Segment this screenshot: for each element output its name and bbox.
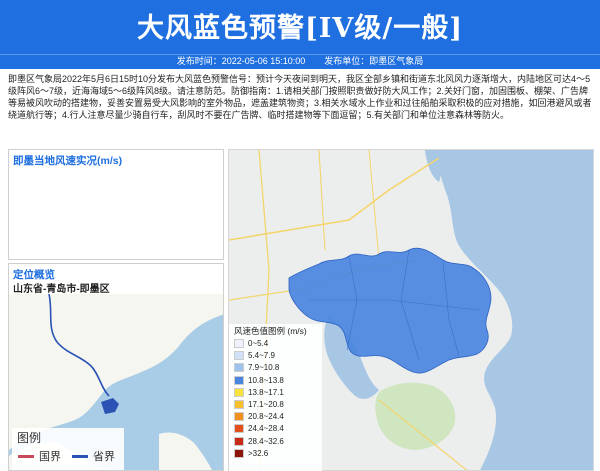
- wind-legend-label: 20.8~24.4: [248, 412, 284, 422]
- wind-legend-swatch: [234, 448, 244, 458]
- wind-speed-panel-title: 即墨当地风速实况(m/s): [13, 155, 123, 167]
- publish-time: 发布时间：2022-05-06 15:10:00: [176, 56, 306, 66]
- wind-speed-panel: 即墨当地风速实况(m/s): [8, 149, 224, 260]
- publisher: 发布单位：即墨区气象局: [324, 56, 424, 66]
- warning-description: 即墨区气象局2022年5月6日15时10分发布大风蓝色预警信号：预计今天夜间到明…: [8, 74, 592, 120]
- wind-legend-label: 13.8~17.1: [248, 387, 284, 397]
- wind-legend-swatch: [234, 412, 244, 422]
- wind-legend-swatch: [234, 339, 244, 348]
- national-border-swatch: [18, 454, 34, 458]
- provincial-border-swatch: [72, 454, 88, 458]
- national-border-label: 国界: [39, 451, 61, 463]
- wind-legend-item: 17.1~20.8: [234, 399, 284, 410]
- wind-legend-label: 0~5.4: [248, 339, 269, 348]
- wind-legend-swatch: [234, 363, 244, 373]
- wind-legend-label: 17.1~20.8: [248, 400, 284, 409]
- warning-title: 大风蓝色预警[IV级/一般]: [137, 13, 463, 44]
- wind-legend-label: 5.4~7.9: [248, 351, 275, 361]
- wind-legend-swatch: [234, 400, 244, 409]
- wind-legend-item: 13.8~17.1: [234, 387, 284, 398]
- wind-legend-item: 28.4~32.6: [234, 436, 284, 447]
- wind-legend-label: 10.8~13.8: [248, 375, 284, 385]
- wind-speed-legend: 风速色值图例 (m/s) 0~5.4 5.4~7.9 7.9~10.8 10.8~13…: [229, 324, 322, 471]
- location-legend: 图例 国界 省界: [12, 428, 124, 470]
- wind-legend-swatch: [234, 436, 244, 446]
- wind-legend-swatch: [234, 351, 244, 361]
- location-legend-title: 图例: [17, 431, 42, 445]
- wind-legend-item: 20.8~24.4: [234, 411, 284, 422]
- wind-legend-title: 风速色值图例 (m/s): [234, 326, 307, 336]
- wind-legend-label: 7.9~10.8: [248, 363, 280, 373]
- wind-legend-item: 24.4~28.4: [234, 423, 284, 434]
- wind-legend-item: 7.9~10.8: [234, 362, 279, 373]
- warning-header: 大风蓝色预警[IV级/一般]: [0, 0, 600, 54]
- wind-legend-item: 5.4~7.9: [234, 350, 275, 361]
- wind-legend-item: >32.6: [234, 448, 268, 459]
- wind-legend-swatch: [234, 387, 244, 397]
- legend-national-border: 国界: [18, 448, 61, 464]
- wind-legend-label: >32.6: [248, 448, 269, 458]
- legend-provincial-border: 省界: [72, 448, 115, 464]
- wind-legend-label: 24.4~28.4: [248, 424, 284, 434]
- warning-meta-bar: 发布时间：2022-05-06 15:10:00 发布单位：即墨区气象局: [0, 54, 600, 69]
- location-region-label: 山东省-青岛市-即墨区: [13, 284, 110, 295]
- wind-legend-swatch: [234, 424, 244, 434]
- wind-legend-item: 0~5.4: [234, 338, 268, 349]
- wind-legend-item: 10.8~13.8: [234, 375, 284, 386]
- wind-legend-swatch: [234, 375, 244, 385]
- wind-legend-label: 28.4~32.6: [248, 436, 284, 446]
- provincial-border-label: 省界: [93, 451, 115, 463]
